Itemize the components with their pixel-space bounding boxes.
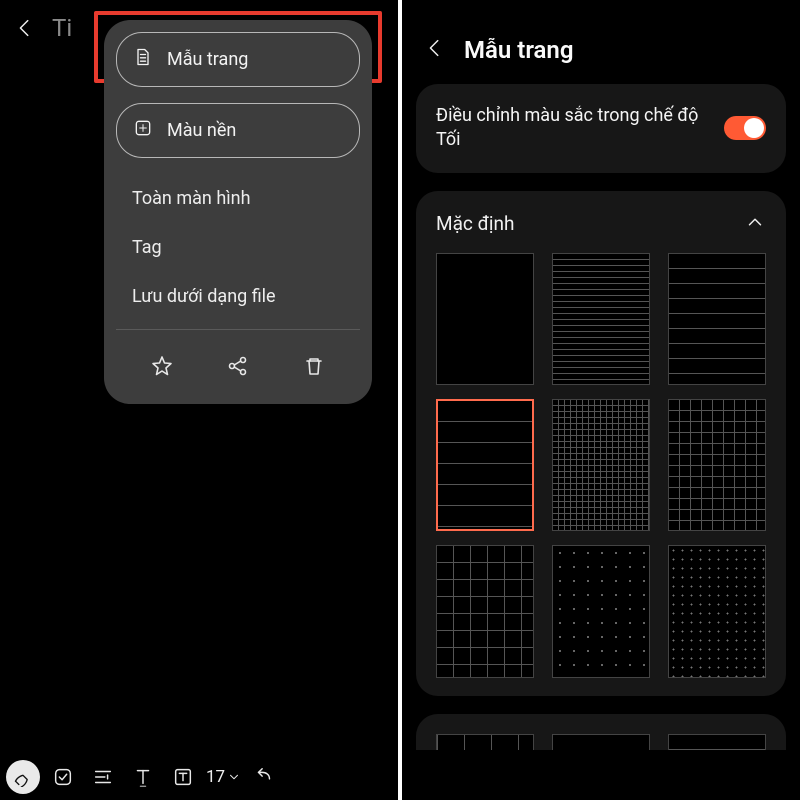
template-blank[interactable] — [436, 253, 534, 385]
template-list-lines[interactable] — [668, 734, 766, 750]
template-hlines-tall[interactable] — [436, 399, 534, 531]
template-dash-grid[interactable] — [436, 734, 534, 750]
partial-templates-grid — [436, 734, 766, 750]
dark-color-adjust-label: Điều chỉnh màu sắc trong chế độ Tối — [436, 104, 710, 153]
overflow-menu: Mẫu trang Màu nền Toàn màn hình Tag Lưu … — [104, 20, 372, 404]
back-icon[interactable] — [14, 17, 36, 39]
note-title-stub[interactable]: Ti — [52, 14, 72, 42]
template-checkbox-list[interactable] — [552, 734, 650, 750]
template-grid-fine[interactable] — [552, 399, 650, 531]
delete-icon[interactable] — [300, 352, 328, 380]
template-hlines-wide[interactable] — [668, 253, 766, 385]
default-templates-header[interactable]: Mặc định — [436, 211, 766, 237]
save-as-file-menu-item[interactable]: Lưu dưới dạng file — [116, 272, 360, 321]
page-template-pane: Mẫu trang Điều chỉnh màu sắc trong chế đ… — [402, 0, 800, 800]
undo-button[interactable] — [247, 760, 281, 794]
page-template-menu-item[interactable]: Mẫu trang — [116, 32, 360, 87]
text-style-button[interactable] — [126, 760, 160, 794]
dark-color-adjust-toggle[interactable] — [724, 116, 766, 140]
bg-color-menu-item[interactable]: Màu nền — [116, 103, 360, 158]
format-indent-button[interactable] — [86, 760, 120, 794]
font-size-selector[interactable]: 17 — [206, 767, 241, 787]
share-icon[interactable] — [224, 352, 252, 380]
menu-divider — [116, 329, 360, 330]
back-icon[interactable] — [424, 37, 446, 63]
save-as-file-label: Lưu dưới dạng file — [132, 286, 276, 307]
dark-color-adjust-card: Điều chỉnh màu sắc trong chế độ Tối — [416, 84, 786, 173]
template-dots[interactable] — [552, 545, 650, 677]
template-dots-small[interactable] — [668, 545, 766, 677]
menu-action-row — [116, 334, 360, 386]
next-templates-card-partial — [416, 714, 786, 750]
template-hlines-fine[interactable] — [552, 253, 650, 385]
pen-tool-button[interactable] — [6, 760, 40, 794]
editor-bottom-toolbar: 17 — [0, 754, 398, 800]
tag-label: Tag — [132, 237, 162, 258]
bg-color-label: Màu nền — [167, 120, 236, 141]
chevron-up-icon — [744, 211, 766, 237]
default-templates-card: Mặc định — [416, 191, 786, 696]
font-size-value: 17 — [206, 767, 225, 787]
editor-pane: Ti Mẫu trang Màu nền Toàn màn hình Tag L… — [0, 0, 398, 800]
page-template-title: Mẫu trang — [464, 36, 574, 64]
page-template-header: Mẫu trang — [402, 0, 800, 84]
page-template-label: Mẫu trang — [167, 49, 248, 70]
favorite-icon[interactable] — [148, 352, 176, 380]
template-grid-wide[interactable] — [436, 545, 534, 677]
tag-menu-item[interactable]: Tag — [116, 223, 360, 272]
template-grid-med[interactable] — [668, 399, 766, 531]
page-template-icon — [133, 47, 153, 72]
bg-color-icon — [133, 118, 153, 143]
fullscreen-label: Toàn màn hình — [132, 188, 251, 209]
text-box-button[interactable] — [166, 760, 200, 794]
fullscreen-menu-item[interactable]: Toàn màn hình — [116, 174, 360, 223]
checkbox-tool-button[interactable] — [46, 760, 80, 794]
default-templates-label: Mặc định — [436, 212, 515, 235]
templates-grid — [436, 253, 766, 678]
